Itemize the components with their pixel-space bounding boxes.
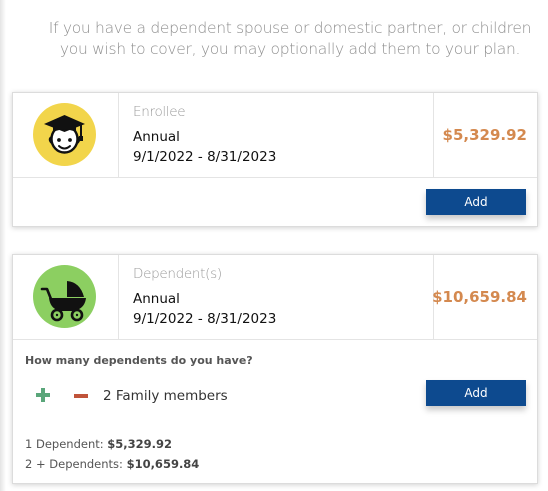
role-label: Dependent(s) [133,266,222,282]
enrollee-card-header: Enrollee Annual 9/1/2022 - 8/31/2023 $5,… [13,93,537,178]
role-label: Enrollee [133,104,186,120]
plus-icon [36,388,50,402]
pricing-value: $5,329.92 [107,437,173,451]
intro-line-2: you wish to cover, you may optionally ad… [59,40,521,58]
plan-term: Annual [133,291,180,307]
plan-term: Annual [133,129,180,145]
pricing-one-dependent: 1 Dependent: $5,329.92 [25,437,172,451]
graduate-face-icon [33,103,96,166]
dependents-question: How many dependents do you have? [25,354,253,367]
pricing-value: $10,659.84 [126,457,200,471]
family-member-count: 2 Family members [103,388,228,404]
column-divider [433,93,434,177]
add-enrollee-button[interactable]: Add [426,189,526,215]
enrollee-price: $5,329.92 [442,126,527,144]
pricing-two-plus-dependents: 2 + Dependents: $10,659.84 [25,457,199,471]
plan-dates: 9/1/2022 - 8/31/2023 [133,149,277,165]
decrement-dependents-button[interactable] [73,388,89,402]
column-divider [118,93,119,177]
intro-text: If you have a dependent spouse or domest… [40,18,540,60]
column-divider [118,255,119,339]
baby-stroller-icon [33,265,96,328]
minus-icon [74,394,88,398]
pricing-label: 2 + Dependents: [25,457,123,471]
pricing-label: 1 Dependent: [25,437,104,451]
plan-dates: 9/1/2022 - 8/31/2023 [133,311,277,327]
enrollee-card: Enrollee Annual 9/1/2022 - 8/31/2023 $5,… [12,92,538,227]
left-panel-shadow [0,0,6,491]
dependents-price: $10,659.84 [432,288,527,306]
add-dependents-button[interactable]: Add [426,380,526,406]
dependents-card-header: Dependent(s) Annual 9/1/2022 - 8/31/2023… [13,255,537,340]
intro-line-1: If you have a dependent spouse or domest… [48,19,532,37]
dependents-card: Dependent(s) Annual 9/1/2022 - 8/31/2023… [12,254,538,484]
increment-dependents-button[interactable] [35,387,51,403]
